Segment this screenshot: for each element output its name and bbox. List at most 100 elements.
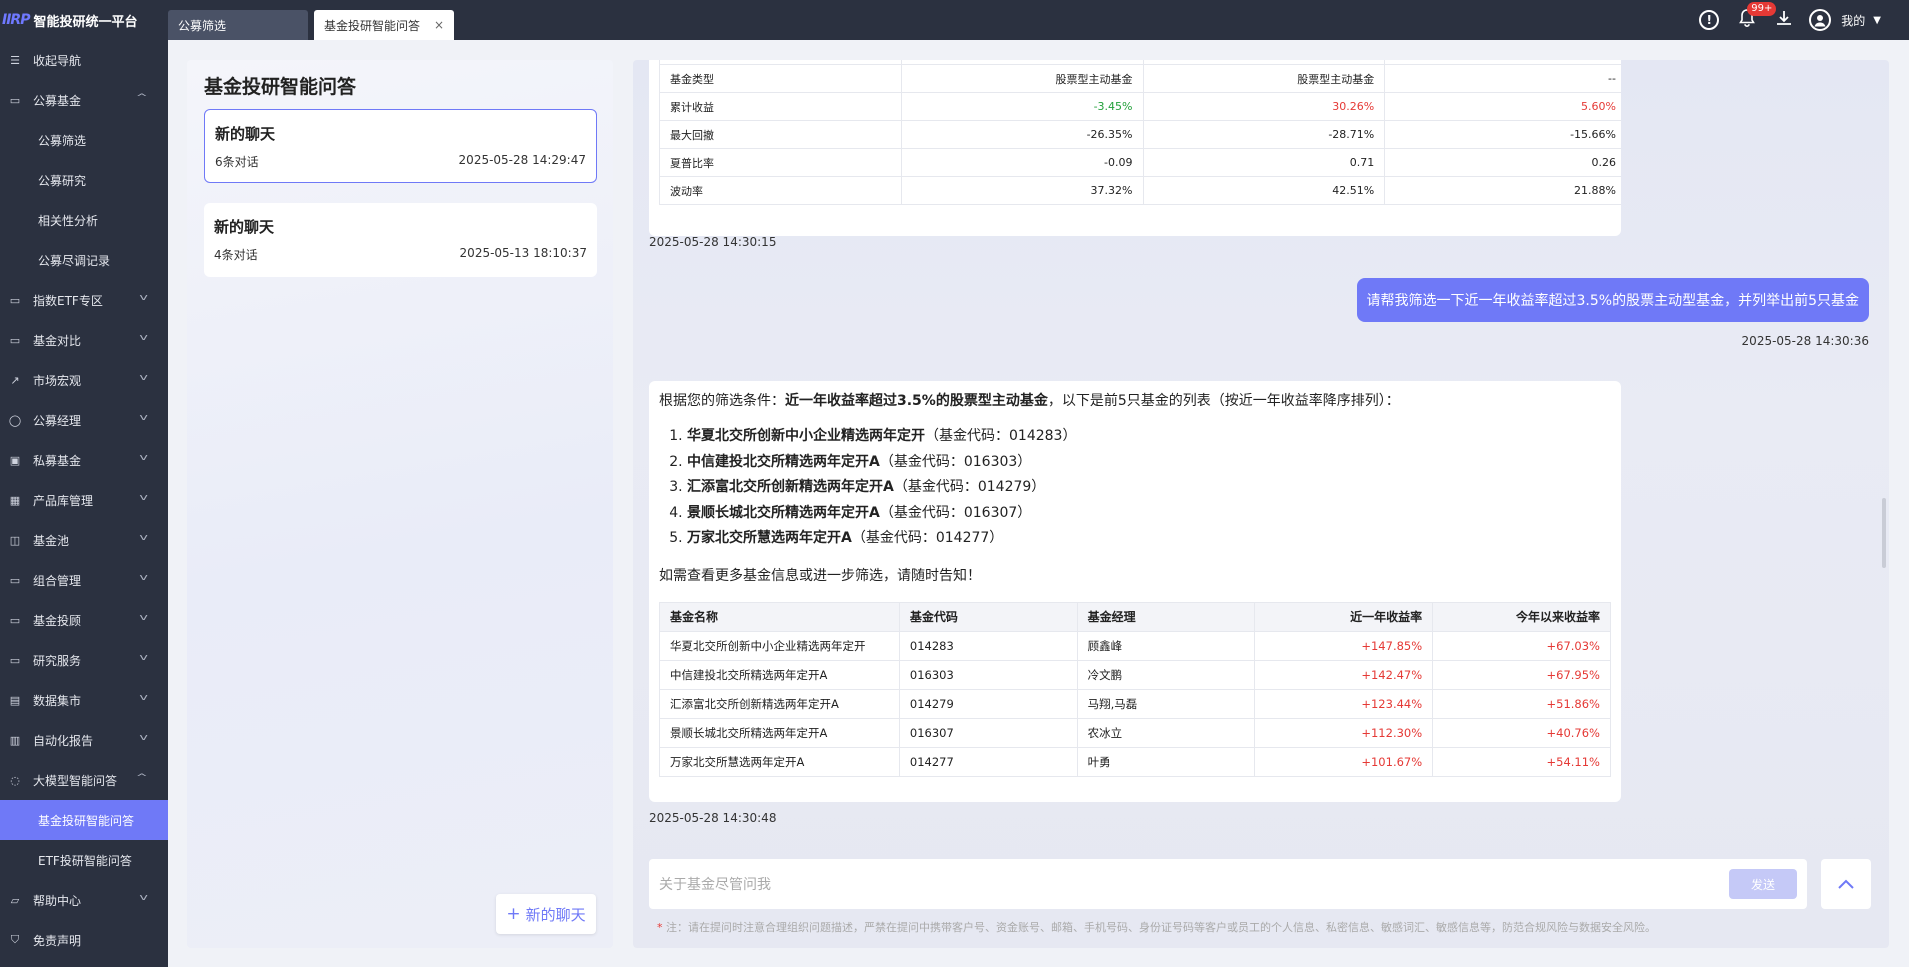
sidebar-subitem[interactable]: ETF投研智能问答: [0, 840, 168, 880]
scroll-top-button[interactable]: [1821, 859, 1871, 909]
collapse-nav-button[interactable]: ☰ 收起导航: [0, 40, 168, 80]
table-cell: 景顺长城北交所精选两年定开A: [659, 717, 900, 748]
scrollbar[interactable]: [1882, 498, 1886, 568]
table-cell: 股票型主动基金: [1142, 64, 1386, 93]
avatar[interactable]: [1809, 9, 1832, 31]
close-icon[interactable]: ×: [434, 18, 444, 32]
table-cell: 万家北交所慧选两年定开A: [659, 746, 900, 777]
user-message-text: 请帮我筛选一下近一年收益率超过3.5%的股票主动型基金，并列举出前5只基金: [1366, 293, 1859, 309]
sidebar-item[interactable]: ▭ 组合管理 v: [0, 560, 168, 600]
fund-code: （基金代码：016307）: [879, 504, 1032, 521]
folder-icon: ▭: [9, 613, 21, 627]
sidebar-item[interactable]: ↗ 市场宏观 v: [0, 360, 168, 400]
sidebar-item-label: 基金投顾: [33, 613, 82, 628]
bell-icon[interactable]: 99+: [1739, 2, 1777, 31]
sidebar-item[interactable]: ◯ 公募经理 v: [0, 400, 168, 440]
column-header: 近一年收益率: [1254, 601, 1434, 632]
sidebar-item[interactable]: ◫ 基金池 v: [0, 520, 168, 560]
table-cell: -0.09: [900, 148, 1144, 177]
column-header: 基金名称: [659, 601, 900, 632]
table-cell: 叶勇: [1076, 746, 1256, 777]
table-cell: +40.76%: [1432, 717, 1611, 748]
sidebar-subitem[interactable]: 相关性分析: [0, 200, 168, 240]
info-icon[interactable]: !: [1699, 10, 1720, 30]
sidebar-item[interactable]: ◌ 大模型智能问答 ^: [0, 760, 168, 800]
table-header-row: 基金名称 基金代码 基金经理 近一年收益率 今年以来收益率: [659, 601, 1611, 632]
trend-icon: ↗: [10, 373, 20, 387]
row-label: 波动率: [659, 176, 902, 205]
table-cell: 股票型主动基金: [900, 64, 1144, 93]
folder-icon: ▭: [9, 573, 21, 587]
chevron-down-icon: v: [139, 413, 148, 423]
chevron-up-icon: ^: [136, 773, 149, 783]
sidebar-item-label: 指数ETF专区: [33, 293, 103, 308]
sidebar-item[interactable]: ▭ 公募基金 ^: [0, 80, 168, 120]
column-header: 基金代码: [898, 601, 1078, 632]
sidebar-subitem[interactable]: 公募筛选: [0, 120, 168, 160]
tab-fund-screening[interactable]: 公募筛选: [168, 10, 308, 40]
sidebar-item[interactable]: ▭ 基金对比 v: [0, 320, 168, 360]
sidebar: ☰ 收起导航 ▭ 公募基金 ^ 公募筛选公募研究相关性分析 公募尽调记录 ▭ 指数ETF专区…: [0, 40, 168, 967]
table-cell: 42.51%: [1142, 176, 1386, 205]
chevron-down-icon: v: [139, 893, 148, 903]
sidebar-item[interactable]: ▱ 帮助中心 v: [0, 880, 168, 920]
user-menu-label[interactable]: 我的: [1841, 12, 1865, 29]
chevron-up-icon: [1837, 874, 1855, 895]
sidebar-subitem[interactable]: 基金投研智能问答: [0, 800, 168, 840]
sidebar-item[interactable]: ▤ 数据集市 v: [0, 680, 168, 720]
table-cell: 016307: [898, 717, 1078, 748]
send-button[interactable]: 发送: [1729, 869, 1797, 899]
chat-item[interactable]: 新的聊天 6条对话 2025-05-28 14:29:47: [204, 109, 597, 183]
chevron-down-icon: v: [139, 373, 148, 383]
folder-open-icon: ▱: [10, 893, 20, 907]
fund-list: 华夏北交所创新中小企业精选两年定开（基金代码：014283）中信建投北交所精选两…: [687, 424, 1611, 552]
sidebar-item[interactable]: ▦ 产品库管理 v: [0, 480, 168, 520]
table-cell: 30.26%: [1142, 92, 1386, 121]
answer-intro: 根据您的筛选条件：近一年收益率超过3.5%的股票型主动基金，以下是前5只基金的列…: [659, 391, 1611, 411]
sidebar-item[interactable]: ▭ 指数ETF专区 v: [0, 280, 168, 320]
table-row: 最大回撤 -26.35% -28.71% -15.66%: [659, 120, 1621, 149]
table-cell: -28.71%: [1142, 120, 1386, 149]
folder-icon: ▭: [9, 293, 21, 307]
grid-icon: ▦: [9, 493, 21, 507]
table-cell: --: [1384, 64, 1621, 93]
chat-item[interactable]: 新的聊天 4条对话 2025-05-13 18:10:37: [204, 203, 597, 277]
chevron-down-icon: v: [139, 693, 148, 703]
chevron-down-icon: v: [139, 613, 148, 623]
intro-suffix: ，以下是前5只基金的列表（按近一年收益率降序排列）：: [1047, 393, 1400, 409]
table-row: 华夏北交所创新中小企业精选两年定开 014283 顾鑫峰 +147.85% +67.03…: [659, 630, 1611, 661]
table-cell: +101.67%: [1254, 746, 1434, 777]
sidebar-item[interactable]: ▭ 研究服务 v: [0, 640, 168, 680]
table-cell: +51.86%: [1432, 688, 1611, 719]
tab-fund-qa[interactable]: 基金投研智能问答 ×: [314, 10, 454, 40]
chevron-down-icon: v: [139, 653, 148, 663]
chevron-down-icon: v: [139, 733, 148, 743]
sidebar-subitem[interactable]: 公募尽调记录: [0, 240, 168, 280]
sidebar-item[interactable]: ▥ 自动化报告 v: [0, 720, 168, 760]
sidebar-item-label: 基金投研智能问答: [38, 813, 135, 828]
sidebar-item[interactable]: ⛉ 免责声明: [0, 920, 168, 960]
sidebar-item[interactable]: ▭ 基金投顾 v: [0, 600, 168, 640]
table-cell: 37.32%: [900, 176, 1144, 205]
table-cell: +147.85%: [1254, 630, 1434, 661]
sidebar-item-label: 公募研究: [38, 173, 87, 188]
chat-time: 2025-05-28 14:29:47: [458, 153, 586, 167]
table-cell: 马翔,马磊: [1076, 688, 1256, 719]
table-cell: -15.66%: [1384, 120, 1621, 149]
chevron-down-icon[interactable]: ▼: [1873, 15, 1881, 26]
table-cell: 农冰立: [1076, 717, 1256, 748]
question-input-box[interactable]: 关于基金尽管问我 发送: [649, 859, 1807, 909]
intro-highlight: 近一年收益率超过3.5%的股票型主动基金: [785, 393, 1048, 409]
sidebar-item[interactable]: ▣ 私募基金 v: [0, 440, 168, 480]
question-input[interactable]: 关于基金尽管问我: [659, 874, 1729, 894]
main-content: 基金投研智能问答 新的聊天 6条对话 2025-05-28 14:29:47 新…: [187, 60, 1889, 948]
download-icon[interactable]: [1775, 9, 1793, 32]
fund-code: （基金代码：014283）: [925, 428, 1077, 444]
sidebar-subitem[interactable]: 公募研究: [0, 160, 168, 200]
pool-icon: ◫: [9, 533, 21, 547]
new-chat-button[interactable]: + 新的聊天: [496, 894, 596, 934]
list-item: 万家北交所慧选两年定开A（基金代码：014277）: [687, 526, 1611, 552]
table-cell: 汇添富北交所创新精选两年定开A: [659, 688, 900, 719]
sidebar-item-label: 帮助中心: [33, 893, 82, 908]
tab-label: 公募筛选: [178, 18, 227, 33]
